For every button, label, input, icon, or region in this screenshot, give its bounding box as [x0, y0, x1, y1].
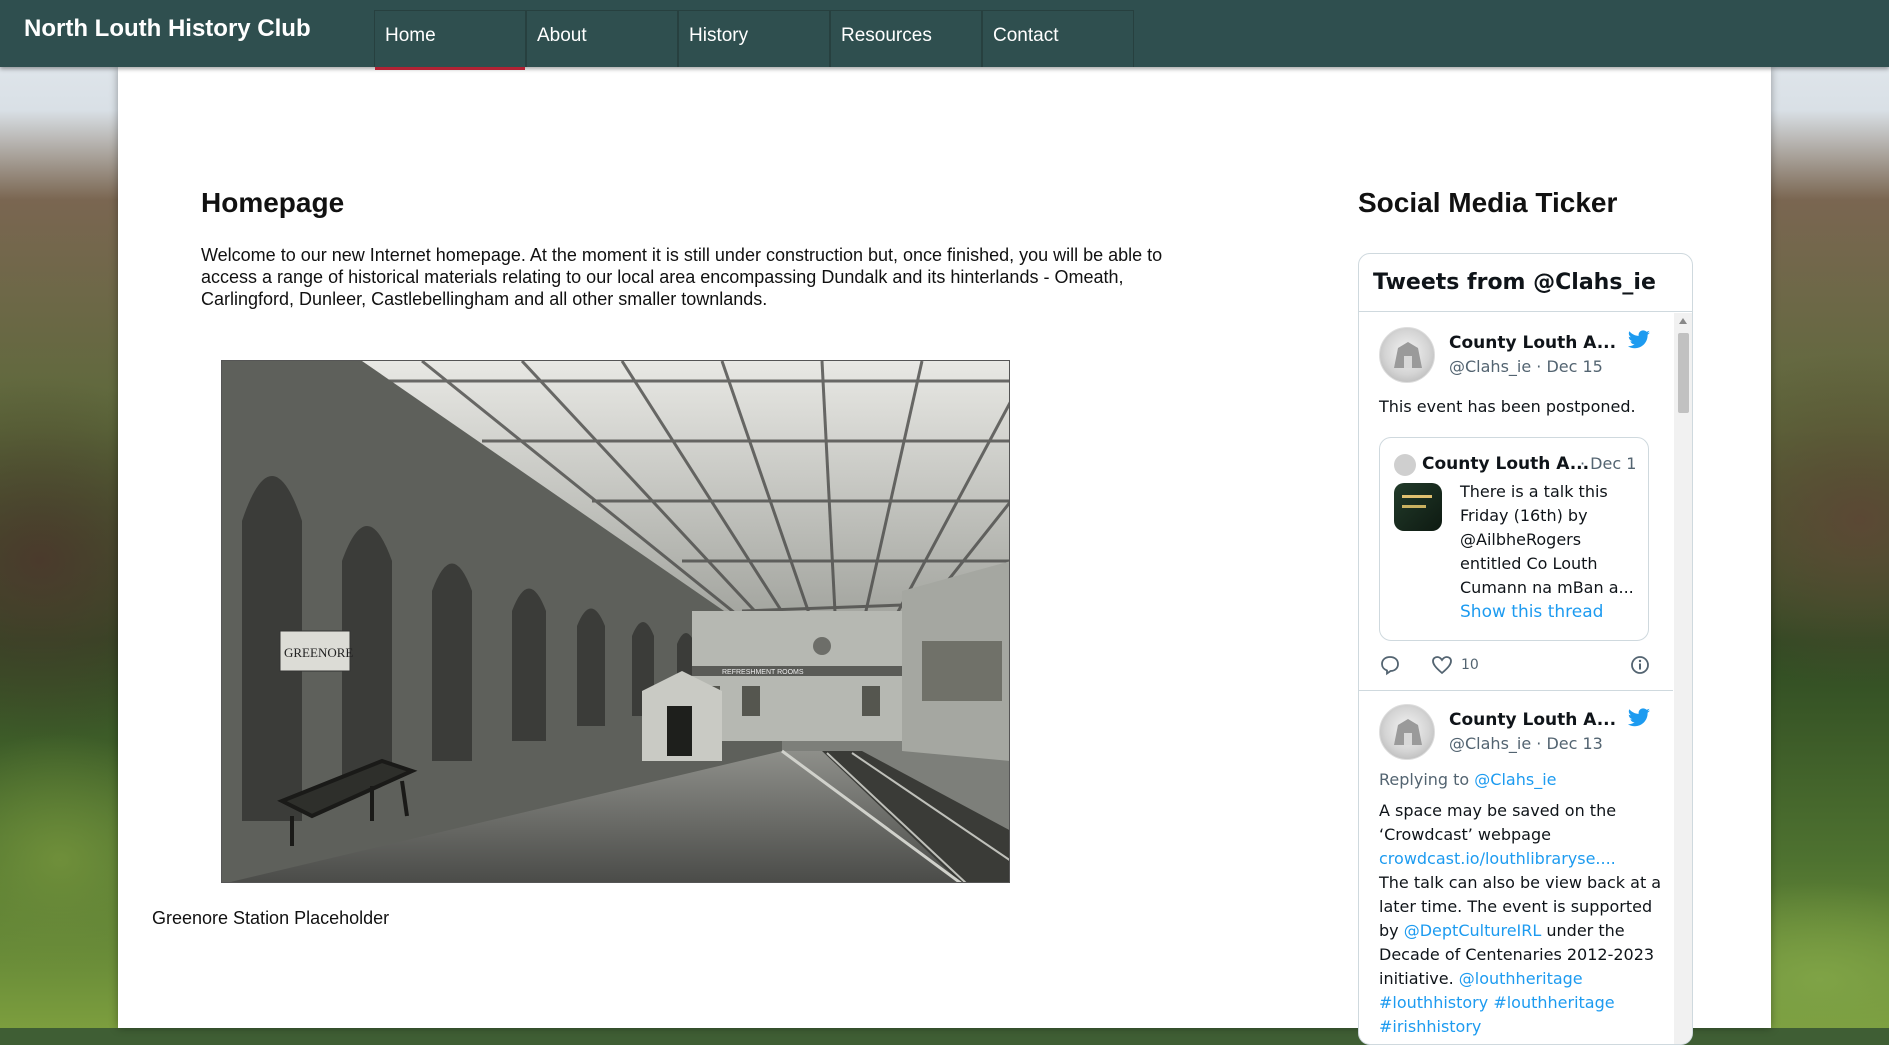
nav-item-history[interactable]: History: [678, 10, 830, 67]
image-board-refreshment: REFRESHMENT ROOMS: [722, 669, 804, 676]
nav-item-resources[interactable]: Resources: [830, 10, 982, 67]
image-sign-greenore: GREENORE: [284, 645, 353, 660]
reply-icon[interactable]: [1379, 654, 1401, 680]
crowdcast-link[interactable]: crowdcast.io/louthlibraryse....: [1379, 849, 1616, 868]
greenore-station-photo: GREENORE REFRESHMENT ROOMS: [221, 360, 1010, 883]
content-panel: Homepage Welcome to our new Internet hom…: [118, 67, 1771, 1045]
replying-to-label: Replying to: [1379, 770, 1475, 789]
image-caption: Greenore Station Placeholder: [152, 908, 390, 928]
intro-paragraph: Welcome to our new Internet homepage. At…: [201, 245, 1163, 309]
site-brand[interactable]: North Louth History Club: [24, 15, 311, 43]
scrollbar-thumb[interactable]: [1678, 333, 1689, 413]
scroll-up-icon[interactable]: [1679, 318, 1687, 324]
tweet-handle-date[interactable]: @Clahs_ie · Dec 15: [1449, 357, 1603, 376]
nav-item-about[interactable]: About: [526, 10, 678, 67]
reply-context: Replying to @Clahs_ie: [1379, 768, 1669, 792]
tweet-author-name[interactable]: County Louth A...: [1449, 333, 1616, 353]
tweet-handle-date[interactable]: @Clahs_ie · Dec 13: [1449, 734, 1603, 753]
tweet-text: A space may be saved on the ‘Crowdcast’ …: [1379, 799, 1669, 1039]
quoted-author-name[interactable]: County Louth A...: [1422, 454, 1589, 474]
avatar[interactable]: [1379, 704, 1435, 760]
tweet-item[interactable]: County Louth A... @Clahs_ie · Dec 13 Rep…: [1359, 691, 1673, 1044]
tweet-text-part: A space may be saved on the ‘Crowdcast’ …: [1379, 801, 1617, 844]
quoted-media-thumbnail[interactable]: [1394, 483, 1442, 531]
reply-to-mention-link[interactable]: @Clahs_ie: [1474, 770, 1556, 789]
sidebar-title: Social Media Ticker: [1358, 187, 1618, 218]
like-count: 10: [1461, 657, 1479, 673]
widget-header[interactable]: Tweets from @Clahs_ie: [1359, 254, 1692, 312]
info-icon[interactable]: [1629, 654, 1651, 680]
tweet-text: This event has been postponed.: [1379, 397, 1636, 416]
quoted-avatar[interactable]: [1394, 454, 1416, 476]
page-title: Homepage: [201, 187, 345, 218]
main-nav: Home About History Resources Contact: [374, 10, 1134, 70]
tweet-actions: 10: [1379, 654, 1669, 678]
tweet-author-name[interactable]: County Louth A...: [1449, 710, 1616, 730]
widget-scrollbar[interactable]: [1674, 313, 1692, 1044]
show-thread-link[interactable]: Show this thread: [1460, 602, 1603, 622]
twitter-bird-icon[interactable]: [1627, 330, 1651, 354]
mention-link[interactable]: @DeptCultureIRL: [1404, 921, 1542, 940]
quoted-date[interactable]: · Dec 1: [1580, 454, 1636, 473]
like-heart-icon[interactable]: [1431, 654, 1453, 680]
avatar[interactable]: [1379, 327, 1435, 383]
tweet-item[interactable]: County Louth A... @Clahs_ie · Dec 15 Thi…: [1359, 313, 1673, 690]
quoted-tweet-text: There is a talk this Friday (16th) by @A…: [1460, 482, 1634, 597]
quoted-tweet-card[interactable]: County Louth A... · Dec 1 There is a tal…: [1379, 437, 1649, 641]
nav-item-contact[interactable]: Contact: [982, 10, 1134, 67]
nav-item-home[interactable]: Home: [374, 10, 526, 70]
twitter-timeline-widget[interactable]: Tweets from @Clahs_ie County Louth A... …: [1358, 253, 1693, 1045]
twitter-bird-icon[interactable]: [1627, 708, 1651, 732]
top-navigation-bar: North Louth History Club Home About Hist…: [0, 0, 1889, 70]
